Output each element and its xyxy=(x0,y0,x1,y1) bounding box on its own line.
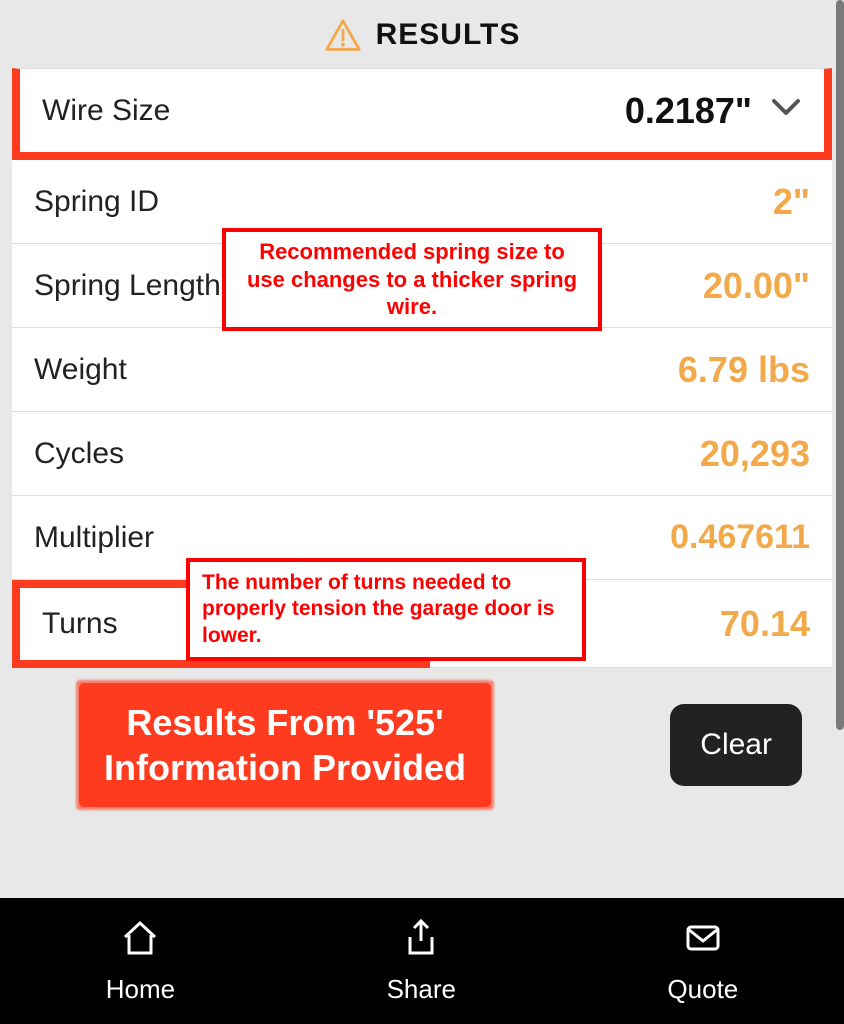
cycles-row: Cycles 20,293 xyxy=(12,412,832,496)
spring-length-value: 20.00" xyxy=(703,265,810,307)
banner-line2: Information Provided xyxy=(104,745,466,790)
callout-spring-size: Recommended spring size to use changes t… xyxy=(222,228,602,331)
weight-row: Weight 6.79 lbs xyxy=(12,328,832,412)
tab-quote[interactable]: Quote xyxy=(667,917,738,1005)
home-icon xyxy=(119,917,161,966)
wire-size-selector[interactable]: Wire Size 0.2187" xyxy=(12,68,832,160)
tab-bar: Home Share Quote xyxy=(0,898,844,1024)
wire-size-label: Wire Size xyxy=(42,94,170,128)
spring-id-label: Spring ID xyxy=(34,185,159,219)
tab-share-label: Share xyxy=(387,974,456,1005)
wire-size-value: 0.2187" xyxy=(625,90,752,132)
multiplier-value: 0.467611 xyxy=(670,518,810,557)
multiplier-label: Multiplier xyxy=(34,521,154,555)
mail-icon xyxy=(682,917,724,966)
cycles-value: 20,293 xyxy=(700,433,810,475)
callout-turns: The number of turns needed to properly t… xyxy=(186,558,586,661)
tab-share[interactable]: Share xyxy=(387,917,456,1005)
turns-label: Turns xyxy=(42,607,118,641)
results-source-banner: Results From '525' Information Provided xyxy=(82,686,488,804)
banner-line1: Results From '525' xyxy=(104,700,466,745)
weight-value: 6.79 lbs xyxy=(678,349,810,391)
warning-icon xyxy=(324,18,362,52)
tab-quote-label: Quote xyxy=(667,974,738,1005)
cycles-label: Cycles xyxy=(34,437,124,471)
results-header: RESULTS xyxy=(0,0,844,68)
tab-home-label: Home xyxy=(106,974,175,1005)
weight-label: Weight xyxy=(34,353,127,387)
tab-home[interactable]: Home xyxy=(106,917,175,1005)
chevron-down-icon xyxy=(770,97,802,124)
share-icon xyxy=(400,917,442,966)
tippt-value: 70.14 xyxy=(720,603,810,645)
spring-id-value: 2" xyxy=(773,181,810,223)
clear-button[interactable]: Clear xyxy=(670,704,802,786)
page-title: RESULTS xyxy=(376,18,521,52)
spring-length-label: Spring Length xyxy=(34,269,221,303)
